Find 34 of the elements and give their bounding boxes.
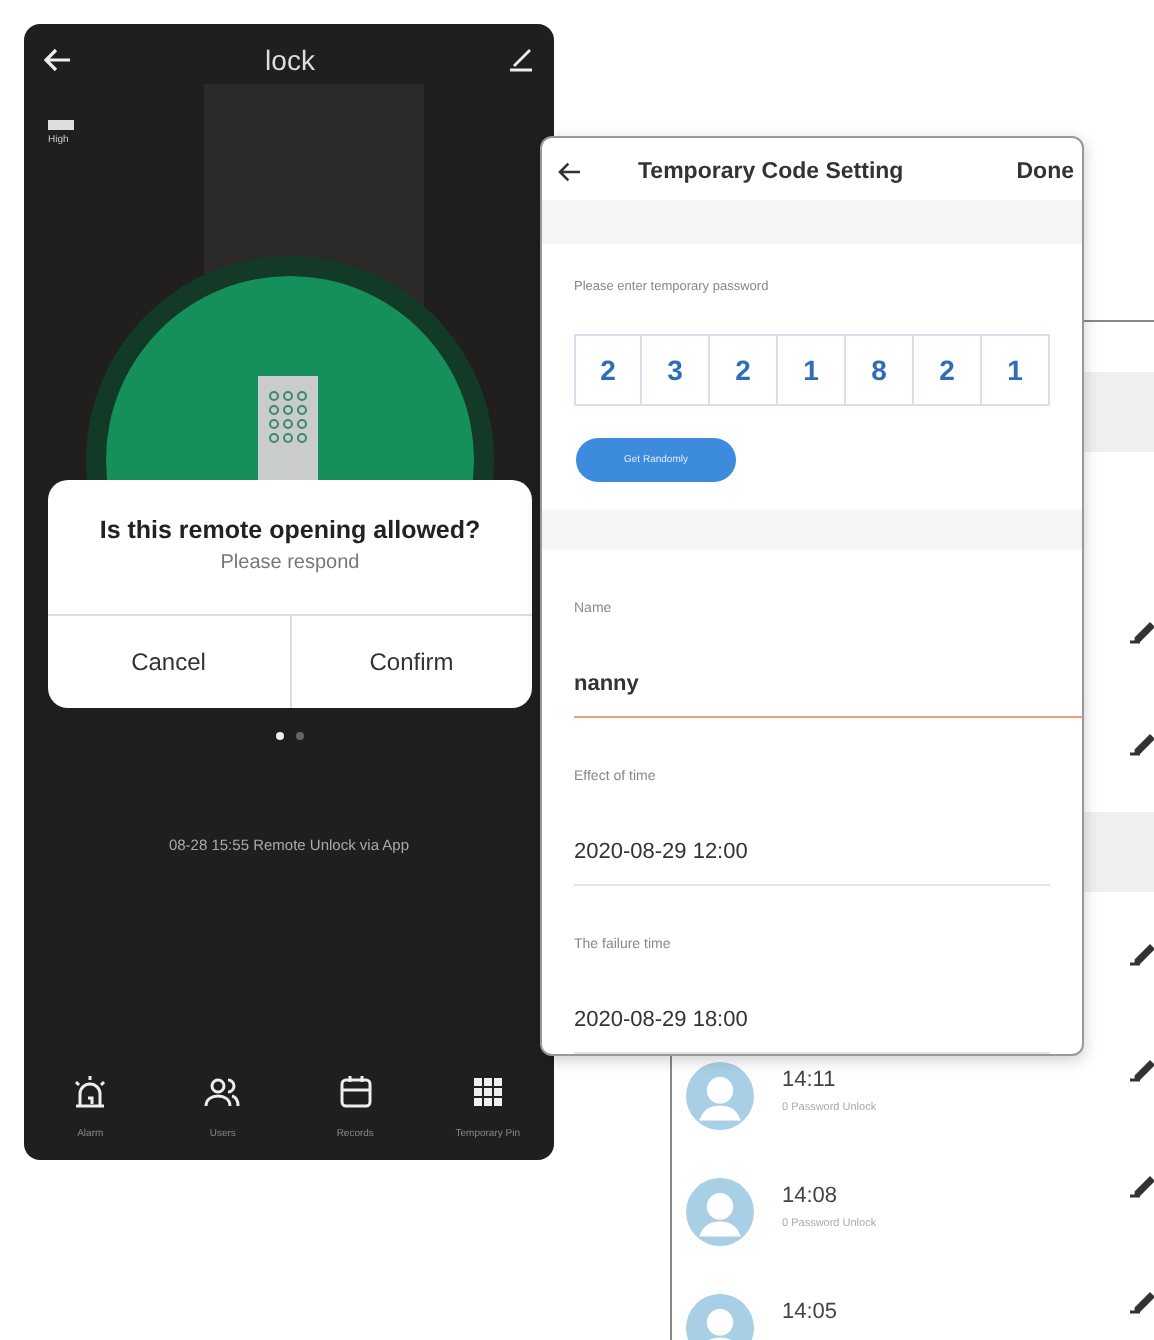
calendar-icon xyxy=(335,1072,376,1112)
page-dot[interactable] xyxy=(296,732,304,740)
code-digit[interactable]: 2 xyxy=(710,333,778,406)
code-digit[interactable]: 1 xyxy=(778,333,846,406)
page-dot[interactable] xyxy=(276,732,284,740)
screen-title: Temporary Code Setting xyxy=(638,160,904,184)
input-field[interactable]: 2020-08-29 12:00 xyxy=(574,784,1050,886)
back-arrow-icon[interactable] xyxy=(558,162,582,182)
code-digit[interactable]: 8 xyxy=(846,333,914,406)
edit-icon[interactable] xyxy=(1128,620,1154,644)
input-field[interactable]: 2020-08-29 18:00 xyxy=(574,952,1050,1054)
record-time: 14:08 xyxy=(782,1184,840,1208)
edit-icon[interactable] xyxy=(1128,732,1154,756)
screen-title: lock xyxy=(265,44,315,76)
dialog-message: Please respond xyxy=(218,552,362,574)
code-digit[interactable]: 2 xyxy=(914,333,982,406)
edit-icon[interactable] xyxy=(1128,1058,1154,1082)
input-field[interactable]: nanny xyxy=(574,616,1082,718)
code-digit[interactable]: 3 xyxy=(642,333,710,406)
done-button[interactable]: Done xyxy=(1016,160,1074,184)
avatar-icon xyxy=(686,1178,754,1246)
battery-icon xyxy=(48,120,76,130)
record-time: 14:05 xyxy=(782,1300,838,1324)
edit-icon[interactable] xyxy=(1128,942,1154,966)
edit-icon[interactable] xyxy=(1128,1290,1154,1314)
siren-icon xyxy=(70,1072,111,1112)
code-digit[interactable]: 2 xyxy=(574,333,642,406)
dialog-button[interactable]: Confirm xyxy=(289,616,532,708)
dialog-title: Is this remote opening allowed? xyxy=(97,516,483,544)
dialog-button[interactable]: Cancel xyxy=(48,616,289,708)
edit-icon[interactable] xyxy=(1128,1174,1154,1198)
record-time: 14:11 xyxy=(782,1068,838,1092)
avatar-icon xyxy=(686,1062,754,1130)
code-digit[interactable]: 1 xyxy=(982,333,1050,406)
